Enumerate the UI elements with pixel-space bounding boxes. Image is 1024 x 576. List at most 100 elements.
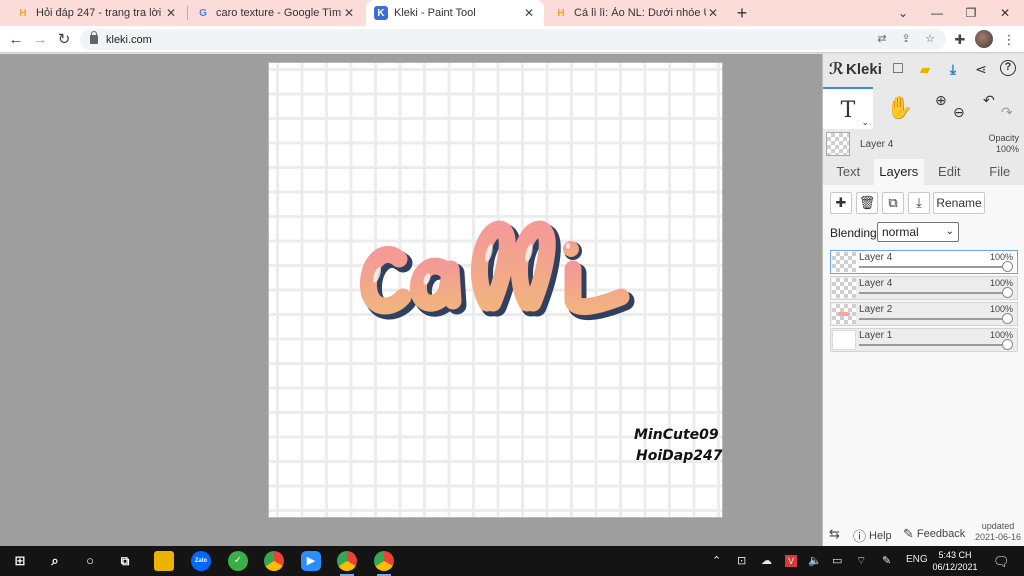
layer-item[interactable]: Layer 4 100% (830, 250, 1018, 274)
pen-icon[interactable]: ✎ (882, 554, 891, 567)
download-icon[interactable]: ⤓ (944, 60, 962, 78)
green-app-icon[interactable]: ✓ (228, 551, 248, 571)
browser-tab-hoidap[interactable]: H Hỏi đáp 247 - trang tra lời ✕ (8, 0, 186, 26)
windows-taskbar: ⊞ ⌕ ○ ⧉ Zalo ✓ ▶ ⌃ ⊡ ☁ V 🔈 ▭ ⌔ ✎ ENG 5:4… (0, 546, 1024, 576)
new-tab-button[interactable]: + (732, 3, 752, 23)
layer-item[interactable]: Layer 1 100% (830, 328, 1018, 352)
chrome-profile-window-icon[interactable] (374, 551, 394, 576)
browser-tab-google[interactable]: G caro texture - Google Tìm kiếm ✕ (188, 0, 364, 26)
zoom-app-icon[interactable]: ▶ (301, 551, 321, 571)
tray-chevron-up-icon[interactable]: ⌃ (712, 554, 721, 567)
new-file-icon[interactable]: □ (889, 60, 907, 78)
zoom-out-icon[interactable]: ⊖ (953, 91, 965, 133)
layer-thumbnail (832, 278, 856, 298)
close-icon[interactable]: ✕ (706, 6, 720, 20)
zoom-in-icon[interactable]: ⊕ (935, 79, 947, 121)
extensions-puzzle-icon[interactable]: ✚ (951, 31, 969, 49)
add-layer-button[interactable]: ✚ (830, 192, 852, 214)
zalo-app-icon[interactable]: Zalo (191, 551, 211, 571)
file-explorer-icon[interactable] (154, 551, 174, 571)
kleki-logo[interactable]: ℛ Kleki (829, 59, 882, 79)
tab-file[interactable]: File (975, 159, 1024, 185)
opacity-value: 100% (995, 144, 1019, 154)
cortana-circle-icon[interactable]: ○ (80, 551, 100, 571)
bookmark-star-icon[interactable]: ☆ (922, 31, 938, 47)
rename-layer-button[interactable]: Rename (933, 192, 985, 214)
share-icon[interactable]: ⋖ (972, 60, 990, 78)
wifi-icon[interactable]: ⌔ (856, 554, 866, 568)
duplicate-layer-button[interactable]: ⧉ (882, 192, 904, 214)
chevron-down-icon: ⌄ (945, 226, 954, 237)
chrome-icon[interactable] (264, 551, 284, 571)
layer-opacity-slider[interactable] (859, 344, 1007, 346)
layer-opacity-slider[interactable] (859, 318, 1007, 320)
volume-icon[interactable]: 🔈 (808, 554, 822, 567)
address-bar[interactable]: kleki.com (80, 29, 946, 50)
redo-icon[interactable]: ↷ (1001, 91, 1013, 133)
current-layer-preview: Layer 4 Opacity 100% (823, 130, 1024, 158)
chevron-down-icon[interactable]: ⌄ (861, 117, 869, 127)
slider-handle[interactable] (1002, 313, 1013, 324)
hand-tool-button[interactable]: ✋ (875, 87, 925, 129)
profile-avatar[interactable] (975, 30, 993, 48)
layer-item[interactable]: Layer 4 100% (830, 276, 1018, 300)
layer-name: Layer 4 (859, 278, 893, 289)
tab-edit[interactable]: Edit (924, 159, 975, 185)
battery-icon[interactable]: ▭ (832, 554, 842, 567)
task-view-icon[interactable]: ⧉ (115, 551, 135, 571)
tab-layers[interactable]: Layers (873, 159, 924, 185)
help-icon[interactable]: ? (1000, 60, 1016, 76)
layer-item[interactable]: Layer 2 100% (830, 302, 1018, 326)
open-folder-icon[interactable]: ▰ (916, 60, 934, 78)
calli-lettering-artwork (359, 220, 635, 320)
google-favicon-icon: G (199, 7, 207, 19)
current-layer-thumbnail (826, 132, 850, 156)
close-icon[interactable]: ✕ (522, 6, 536, 20)
back-arrow-icon[interactable]: ← (6, 30, 26, 50)
forward-arrow-icon[interactable]: → (30, 30, 50, 50)
slider-handle[interactable] (1002, 287, 1013, 298)
delete-layer-button[interactable]: 🗑 (856, 192, 878, 214)
tab-search-chevron-icon[interactable]: ⌄ (886, 0, 920, 26)
windows-start-icon[interactable]: ⊞ (10, 551, 30, 571)
text-tool-button[interactable]: T ⌄ (823, 87, 873, 129)
slider-handle[interactable] (1002, 261, 1013, 272)
minimize-icon[interactable]: — (920, 0, 954, 26)
layer-opacity-slider[interactable] (859, 292, 1007, 294)
notifications-icon[interactable]: 🗨 (993, 554, 1010, 570)
browser-tab-kleki[interactable]: K Kleki - Paint Tool ✕ (366, 0, 544, 26)
reload-icon[interactable]: ↻ (54, 30, 74, 50)
restore-icon[interactable]: ❐ (954, 0, 988, 26)
vietkey-icon[interactable]: V (785, 555, 797, 567)
browser-tab-cali[interactable]: H Cá lì lì: Ảo NL: Dưới nhóe UwU Cá ✕ (546, 0, 728, 26)
tray-app-icon[interactable]: ⊡ (737, 554, 746, 567)
close-icon[interactable]: ✕ (164, 6, 178, 20)
translate-icon[interactable]: ⇄ (874, 31, 890, 47)
feedback-link[interactable]: ✎ Feedback (903, 526, 965, 542)
lock-icon[interactable] (90, 31, 98, 44)
blending-mode-select[interactable]: normal ⌄ (877, 222, 959, 242)
layer-opacity-slider[interactable] (859, 266, 1007, 268)
merge-down-button[interactable]: ⤓ (908, 192, 930, 214)
canvas-viewport[interactable]: MinCute09 HoiDap247 (0, 54, 822, 546)
drawing-canvas[interactable]: MinCute09 HoiDap247 (268, 62, 723, 518)
feedback-label: Feedback (916, 528, 966, 540)
opacity-label: Opacity (988, 133, 1019, 143)
changelog-link[interactable]: updated 2021-06-16 (975, 521, 1021, 543)
language-indicator[interactable]: ENG (906, 554, 928, 565)
browser-menu-icon[interactable]: ⋮ (1000, 31, 1018, 49)
layer-thumbnail (832, 252, 856, 272)
undo-icon[interactable]: ↶ (983, 79, 995, 121)
chrome-window-icon[interactable] (337, 551, 357, 576)
swap-side-button[interactable]: ⇆ (829, 526, 843, 542)
help-link[interactable]: ⓘ Help (853, 526, 892, 545)
share-page-icon[interactable]: ⇪ (898, 31, 914, 47)
slider-handle[interactable] (1002, 339, 1013, 350)
layer-thumbnail (832, 304, 856, 324)
cloud-icon[interactable]: ☁ (761, 554, 772, 567)
taskbar-clock[interactable]: 5:43 CH 06/12/2021 (930, 549, 980, 573)
window-close-icon[interactable]: ✕ (988, 0, 1022, 26)
close-icon[interactable]: ✕ (342, 6, 356, 20)
tab-text[interactable]: Text (823, 159, 874, 185)
search-icon[interactable]: ⌕ (45, 551, 65, 571)
